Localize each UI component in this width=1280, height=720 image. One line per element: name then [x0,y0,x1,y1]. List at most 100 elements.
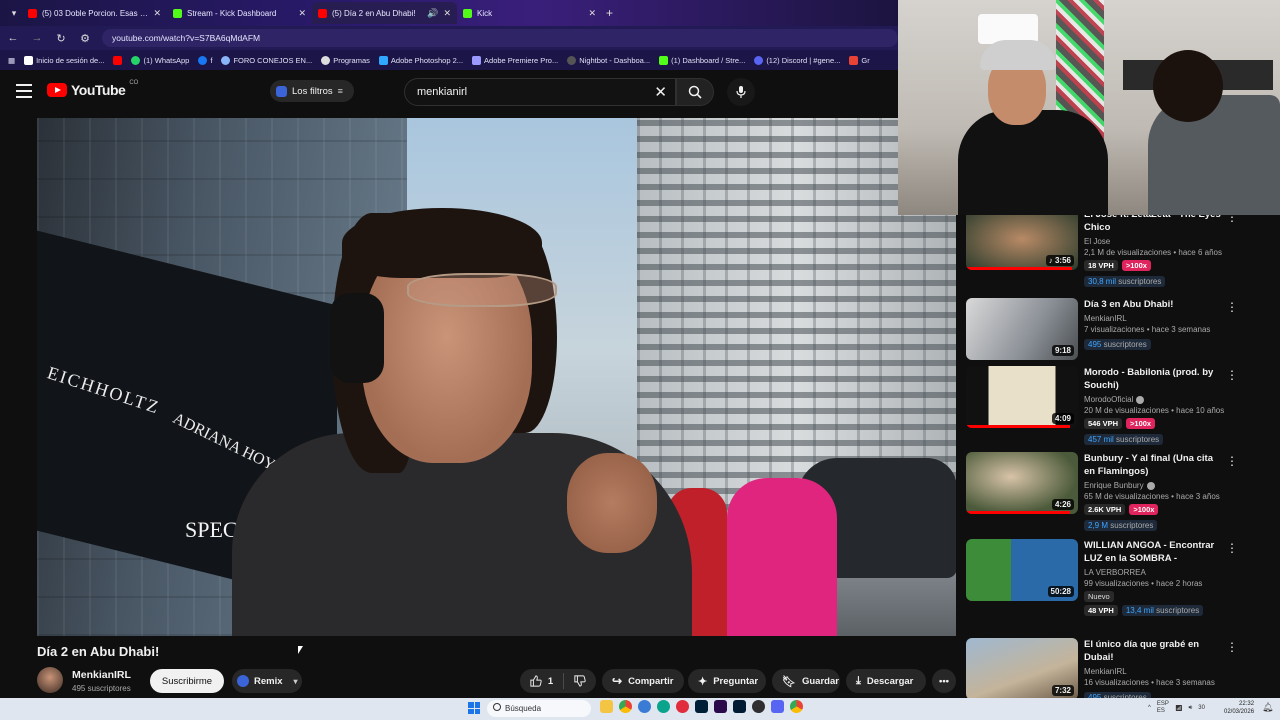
multiplier-badge: >100x [1126,418,1156,429]
site-info-icon[interactable]: ⚙ [78,32,92,45]
tray-chevron-icon[interactable]: ^ [1148,705,1151,711]
recommendation-title[interactable]: Morodo - Babilonia (prod. by Souchi) [1084,366,1224,392]
recommendation-thumbnail[interactable]: 9:18 [966,298,1078,360]
subscriber-badge: 457 mil suscriptores [1084,434,1164,445]
tab-search-icon[interactable]: ▾ [6,8,22,19]
bookmark-item[interactable]: Programas [321,55,370,65]
thumbs-up-icon[interactable] [530,674,542,688]
apps-grid-icon[interactable]: ▦ [8,56,15,65]
reload-icon[interactable]: ↻ [54,32,68,45]
volume-icon[interactable]: 🔊︎ [1188,705,1192,712]
download-button[interactable]: ⤓ Descargar [846,669,926,693]
recommendation-thumbnail[interactable]: 7:32 [966,638,1078,698]
more-vertical-icon[interactable]: ⋮ [1226,541,1238,555]
youtube-logo[interactable]: YouTube CO [47,80,138,98]
recommendation-thumbnail[interactable]: 4:26 [966,452,1078,514]
bookmark-label: f [210,55,213,65]
thumbs-down-icon[interactable] [574,674,586,688]
bookmark-item[interactable]: FORO CONEJOS EN... [221,55,312,65]
close-tab-icon[interactable]: ✕ [153,8,161,19]
recommendation-title[interactable]: WILLIAN ANGOA - Encontrar LUZ en la SOMB… [1084,539,1224,565]
recommendation-thumbnail[interactable]: 50:28 [966,539,1078,601]
wifi-icon[interactable]: 📶︎ [1175,705,1183,712]
bookmark-item[interactable]: Adobe Photoshop 2... [378,55,463,65]
bookmark-item[interactable]: (1) Dashboard / Stre... [659,55,745,65]
browser-tab[interactable]: (5) 03 Doble Porcion. Esas cosas ✕ [22,2,167,24]
recommendation-channel[interactable]: MenkianIRL [1084,667,1224,676]
more-vertical-icon[interactable]: ⋮ [1226,640,1238,654]
bookmark-item[interactable]: Nightbot - Dashboa... [567,55,650,65]
chrome-alt-icon[interactable] [790,700,803,713]
close-tab-icon[interactable]: ✕ [298,8,306,19]
browser-icon[interactable] [638,700,651,713]
close-tab-icon[interactable]: ✕ [588,8,596,19]
back-icon[interactable]: ← [6,32,20,44]
notification-bell-icon[interactable]: 🔔︎ [1262,702,1273,713]
channel-name[interactable]: MenkianIRL [72,669,131,681]
recommendation-channel[interactable]: LA VERBORREA [1084,568,1224,577]
recommendation-channel[interactable]: El Jose [1084,237,1224,246]
remix-button[interactable]: Remix ▾ [232,669,302,693]
search-button[interactable] [676,78,714,106]
bookmark-item[interactable]: Adobe Premiere Pro... [472,55,558,65]
chrome-icon[interactable] [619,700,632,713]
new-tab-icon[interactable]: + [606,6,613,20]
share-icon: ↪ [612,674,623,688]
language-indicator[interactable]: ESP ES [1157,701,1169,715]
filters-extension-button[interactable]: Los filtros ≡ [270,80,354,102]
windows-start-icon[interactable] [468,702,480,714]
forward-icon[interactable]: → [30,32,44,44]
save-button[interactable]: 🔖︎ Guardar [772,669,840,693]
recommendation-thumbnail[interactable]: 4:09 [966,366,1078,428]
more-actions-button[interactable]: ••• [932,669,956,693]
close-tab-icon[interactable]: ✕ [443,8,451,19]
subscribe-button[interactable]: Suscribirme [150,669,224,693]
edge-icon[interactable] [657,700,670,713]
bookmark-item[interactable]: Gr [849,55,870,65]
browser-tab-bar: ▾ (5) 03 Doble Porcion. Esas cosas ✕ Str… [0,0,898,26]
browser-tab[interactable]: Stream - Kick Dashboard ✕ [167,2,312,24]
youtube-favicon-icon [318,8,327,18]
voice-search-button[interactable] [727,78,755,106]
ask-button[interactable]: ✦ Preguntar [688,669,766,693]
recommendation-title[interactable]: Día 3 en Abu Dhabi! [1084,298,1224,311]
recommendation-title[interactable]: Bunbury - Y al final (Una cita en Flamin… [1084,452,1224,478]
search-input[interactable]: menkianirl ✕ [404,78,676,106]
browser-tab-active[interactable]: (5) Día 2 en Abu Dhabi! 🔊 ✕ [312,2,457,24]
webcam-overlay [898,0,1280,215]
tab-title: Kick [477,8,493,18]
bookmark-item[interactable]: (1) WhatsApp [131,55,189,65]
menu-icon[interactable] [16,84,32,98]
video-player[interactable]: EICHHOLTZ ADRIANA HOYOS SPECIAL OFFER [37,118,956,636]
file-explorer-icon[interactable] [600,700,613,713]
recommendation-title[interactable]: El único día que grabé en Dubai! [1084,638,1224,664]
obs-icon[interactable] [752,700,765,713]
taskbar-search[interactable]: Búsqueda [487,700,591,717]
browser-tab[interactable]: Kick ✕ [457,2,602,24]
more-vertical-icon[interactable]: ⋮ [1226,454,1238,468]
recommendation-channel[interactable]: Enrique Bunbury [1084,481,1224,490]
taskbar-clock[interactable]: 22:32 02/03/2026 [1224,700,1254,716]
url-field[interactable]: youtube.com/watch?v=S7BA6qMdAFM [102,29,898,47]
recommendation-title[interactable]: El Jose ft. ZetaZeta - The Eyes Chico [1084,212,1224,234]
photoshop-icon[interactable] [695,700,708,713]
lightroom-icon[interactable] [733,700,746,713]
recommendation-channel[interactable]: MorodoOficial [1084,395,1224,404]
bookmark-item[interactable]: f [198,55,213,65]
recommendation-channel[interactable]: MenkianIRL [1084,314,1224,323]
share-button[interactable]: ↪ Compartir [602,669,684,693]
vph-badge: 48 VPH [1084,605,1118,616]
channel-avatar[interactable] [37,667,63,693]
bookmark-item[interactable] [113,55,123,65]
bookmark-item[interactable]: Inicio de sesión de... [24,55,104,65]
opera-icon[interactable] [676,700,689,713]
more-vertical-icon[interactable]: ⋮ [1226,368,1238,382]
subscriber-badge: 30,8 mil suscriptores [1084,276,1166,287]
bookmark-item[interactable]: (12) Discord | #gene... [754,55,840,65]
recommendation-thumbnail[interactable]: ♪ 3:56 [966,212,1078,270]
premiere-icon[interactable] [714,700,727,713]
speaker-icon[interactable]: 🔊 [427,8,438,19]
clear-search-icon[interactable]: ✕ [654,83,667,101]
discord-icon[interactable] [771,700,784,713]
more-vertical-icon[interactable]: ⋮ [1226,300,1238,314]
